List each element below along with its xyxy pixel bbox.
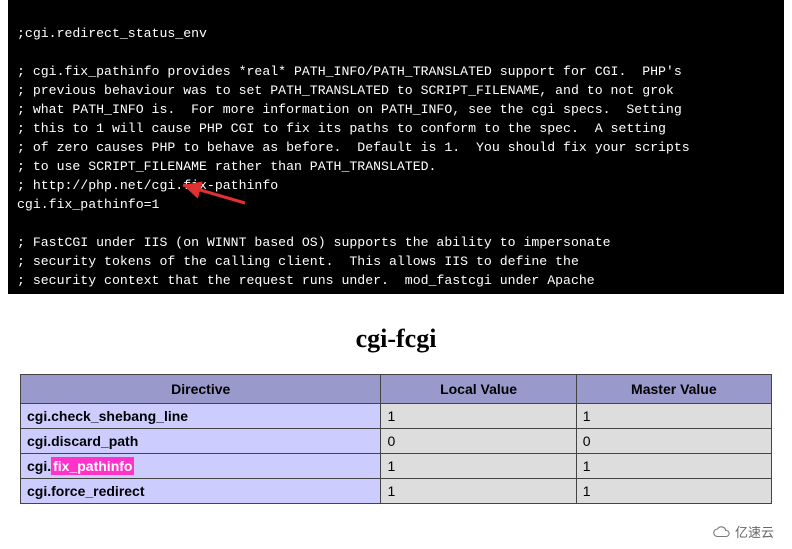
local-value-cell: 1 bbox=[381, 454, 576, 479]
highlight: fix_pathinfo bbox=[51, 457, 134, 475]
terminal-line: ; cgi.fix_pathinfo provides *real* PATH_… bbox=[17, 64, 682, 79]
table-header-row: Directive Local Value Master Value bbox=[21, 375, 772, 404]
terminal-line: ;cgi.redirect_status_env bbox=[17, 26, 207, 41]
terminal-line: ; this to 1 will cause PHP CGI to fix it… bbox=[17, 121, 666, 136]
table-row: cgi.fix_pathinfo 1 1 bbox=[21, 454, 772, 479]
directive-cell: cgi.force_redirect bbox=[21, 479, 381, 504]
local-value-cell: 0 bbox=[381, 429, 576, 454]
watermark-text: 亿速云 bbox=[735, 522, 774, 541]
directive-cell: cgi.check_shebang_line bbox=[21, 404, 381, 429]
master-value-cell: 1 bbox=[576, 454, 771, 479]
terminal-output: ;cgi.redirect_status_env ; cgi.fix_pathi… bbox=[8, 0, 784, 294]
cloud-icon bbox=[713, 526, 731, 538]
terminal-line: ; security tokens of the calling client.… bbox=[17, 254, 579, 269]
terminal-line: ; FastCGI under IIS (on WINNT based OS) … bbox=[17, 235, 611, 250]
table-row: cgi.discard_path 0 0 bbox=[21, 429, 772, 454]
directive-cell: cgi.fix_pathinfo bbox=[21, 454, 381, 479]
terminal-line: ; http://php.net/cgi.fix-pathinfo bbox=[17, 178, 278, 193]
table-header-directive: Directive bbox=[21, 375, 381, 404]
master-value-cell: 1 bbox=[576, 479, 771, 504]
terminal-line: ; does not currently support this featur… bbox=[17, 292, 444, 294]
local-value-cell: 1 bbox=[381, 404, 576, 429]
local-value-cell: 1 bbox=[381, 479, 576, 504]
terminal-line: ; security context that the request runs… bbox=[17, 273, 595, 288]
directive-cell: cgi.discard_path bbox=[21, 429, 381, 454]
terminal-line: ; previous behaviour was to set PATH_TRA… bbox=[17, 83, 674, 98]
terminal-line: ; of zero causes PHP to behave as before… bbox=[17, 140, 690, 155]
master-value-cell: 0 bbox=[576, 429, 771, 454]
table-row: cgi.force_redirect 1 1 bbox=[21, 479, 772, 504]
table-row: cgi.check_shebang_line 1 1 bbox=[21, 404, 772, 429]
terminal-line: cgi.fix_pathinfo=1 bbox=[17, 197, 159, 212]
terminal-line: ; to use SCRIPT_FILENAME rather than PAT… bbox=[17, 159, 436, 174]
section-title: cgi-fcgi bbox=[0, 324, 792, 354]
watermark-badge: 亿速云 bbox=[707, 520, 780, 543]
master-value-cell: 1 bbox=[576, 404, 771, 429]
terminal-line: ; what PATH_INFO is. For more informatio… bbox=[17, 102, 682, 117]
config-table: Directive Local Value Master Value cgi.c… bbox=[20, 374, 772, 504]
table-header-master: Master Value bbox=[576, 375, 771, 404]
table-header-local: Local Value bbox=[381, 375, 576, 404]
